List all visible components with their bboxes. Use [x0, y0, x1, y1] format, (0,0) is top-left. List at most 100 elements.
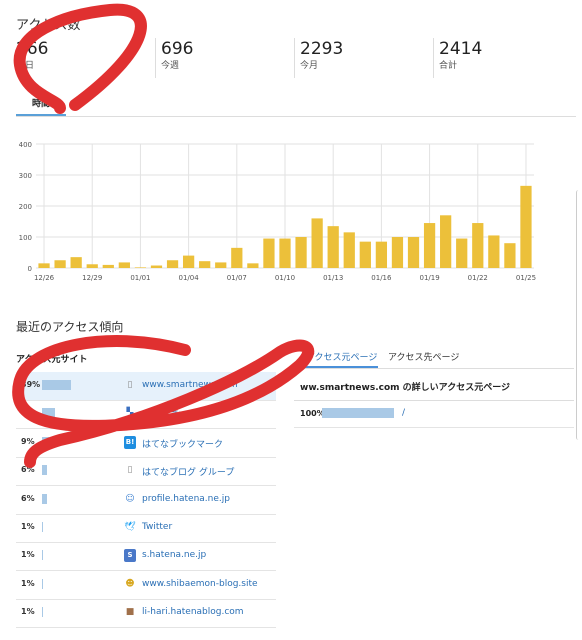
- source-site-link[interactable]: はてなブログ: [142, 408, 196, 421]
- access-source-row[interactable]: 1% ■ li-hari.hatenablog.com: [16, 599, 276, 629]
- y-tick-label: 100: [19, 234, 32, 242]
- source-percent-bar: [42, 550, 43, 561]
- source-percent-bar: [42, 465, 47, 476]
- source-percent-bar: [42, 578, 43, 589]
- source-percent-bar: [42, 408, 55, 419]
- chart-bar: [86, 264, 98, 268]
- source-percent: 1%: [21, 550, 35, 560]
- stat-label: 今日: [16, 61, 35, 71]
- access-source-row[interactable]: ▚ はてなブログ: [16, 400, 276, 430]
- page-icon: ▯: [127, 380, 133, 390]
- x-tick-label: 01/16: [371, 274, 392, 282]
- y-tick-label: 0: [28, 265, 32, 273]
- chart-y-axis: 400 300 200 100 0: [19, 141, 32, 273]
- x-tick-label: 01/04: [179, 274, 200, 282]
- chart-bar: [504, 243, 516, 268]
- page-icon: ▯: [127, 465, 133, 476]
- access-source-row[interactable]: 1% Ss.hatena.ne.jp: [16, 542, 276, 572]
- chart-bar: [38, 263, 50, 268]
- chart-bar: [199, 261, 211, 268]
- access-source-row[interactable]: 9% B! はてなブックマーク: [16, 429, 276, 458]
- li-hari-icon: ■: [125, 607, 135, 618]
- chart-bar: [311, 218, 323, 268]
- source-site-link[interactable]: www.shibaemon-blog.site: [142, 579, 258, 589]
- tab-destination-pages[interactable]: アクセス先ページ: [388, 350, 459, 368]
- chart-bar: [102, 264, 114, 268]
- x-tick-label: 12/29: [82, 274, 102, 282]
- chart-bar: [456, 238, 468, 268]
- chart-bar: [54, 260, 66, 268]
- source-percent: 39%: [21, 380, 41, 389]
- chart-bar: [70, 257, 82, 268]
- x-tick-label: 01/07: [227, 274, 247, 282]
- source-percent: 1%: [21, 522, 35, 531]
- stat-value: 2414: [439, 39, 483, 59]
- chart-bar: [215, 262, 227, 268]
- chart-bar: [391, 237, 404, 268]
- source-detail-row[interactable]: 100% /: [294, 401, 574, 428]
- y-tick-label: 400: [19, 141, 32, 149]
- profile-icon: ☺: [125, 493, 135, 504]
- x-tick-label: 01/19: [419, 274, 439, 282]
- source-site-link[interactable]: はてなブックマーク: [142, 437, 223, 450]
- chart-bar: [166, 260, 179, 268]
- source-site-link[interactable]: s.hatena.ne.jp: [142, 550, 206, 560]
- access-count-heading: アクセス数: [16, 18, 81, 33]
- source-site-link[interactable]: Twitter: [142, 522, 172, 532]
- chart-bar: [440, 215, 452, 268]
- access-source-row[interactable]: 6% ▯ はてなブログ グループ: [16, 457, 276, 487]
- x-tick-label: 01/13: [323, 274, 343, 282]
- twitter-icon: 🕊: [124, 522, 136, 532]
- chart-bar: [423, 223, 436, 268]
- chart-bar: [182, 255, 195, 268]
- x-tick-label: 01/22: [468, 274, 488, 282]
- stat-today: 266 今日: [16, 38, 146, 78]
- source-percent: 1%: [21, 578, 35, 588]
- chart-bar: [375, 241, 388, 268]
- recent-access-title: 最近のアクセス傾向: [16, 320, 124, 334]
- source-percent: 6%: [21, 493, 35, 503]
- x-tick-label: 01/25: [516, 274, 536, 282]
- access-source-row[interactable]: 1% 🕊 Twitter: [16, 514, 276, 543]
- x-tick-label: 01/10: [275, 274, 295, 282]
- x-tick-label: 01/01: [130, 274, 150, 282]
- chart-bar: [407, 237, 420, 268]
- source-site-link[interactable]: はてなブログ グループ: [142, 465, 234, 478]
- source-percent: 6%: [21, 465, 35, 475]
- chart-bar: [327, 226, 339, 268]
- source-percent-bar: [42, 436, 49, 447]
- chart-bar: [134, 267, 147, 268]
- chart-bar: [118, 262, 130, 268]
- chart-x-axis: 12/26 12/29 01/01 01/04 01/07 01/10 01/13 01/16…: [34, 274, 536, 282]
- access-source-row[interactable]: 1% ☻ www.shibaemon-blog.site: [16, 571, 276, 600]
- detail-path[interactable]: /: [402, 408, 405, 418]
- stat-label: 合計: [439, 61, 458, 71]
- stat-this-month: 2293 今月: [294, 38, 430, 78]
- hatena-bookmark-icon: B!: [124, 435, 136, 449]
- access-bar-chart: 400 300 200 100 0 12/26 12/29 01/01 01/04 01/07 0…: [19, 141, 536, 282]
- x-tick-label: 12/26: [34, 274, 55, 282]
- stat-value: 2293: [300, 39, 344, 59]
- tab-hourly[interactable]: 時間: [16, 96, 66, 117]
- stat-label: 今週: [161, 61, 180, 71]
- access-source-row[interactable]: 39% ▯ www.smartnews.com: [16, 372, 276, 401]
- source-site-link[interactable]: profile.hatena.ne.jp: [142, 494, 230, 504]
- chart-bar: [343, 232, 355, 268]
- divider: [16, 116, 576, 117]
- y-tick-label: 200: [19, 203, 32, 211]
- source-detail-title: ww.smartnews.com の詳しいアクセス元ページ: [300, 383, 511, 393]
- access-source-row[interactable]: 6% ☺ profile.hatena.ne.jp: [16, 486, 276, 515]
- chart-bar: [295, 237, 307, 268]
- source-site-link[interactable]: www.smartnews.com: [142, 380, 238, 390]
- hatena-blog-icon: ▚: [126, 408, 134, 419]
- y-tick-label: 300: [19, 172, 32, 180]
- stat-this-week: 696 今週: [155, 38, 291, 78]
- chart-bar: [488, 235, 500, 268]
- scrollbar[interactable]: [576, 190, 581, 440]
- chart-bar: [247, 263, 259, 268]
- hatena-star-icon: S: [124, 549, 136, 563]
- chart-bar: [263, 238, 275, 268]
- stat-value: 696: [161, 39, 194, 59]
- source-percent: 1%: [21, 607, 35, 617]
- source-site-link[interactable]: li-hari.hatenablog.com: [142, 607, 244, 617]
